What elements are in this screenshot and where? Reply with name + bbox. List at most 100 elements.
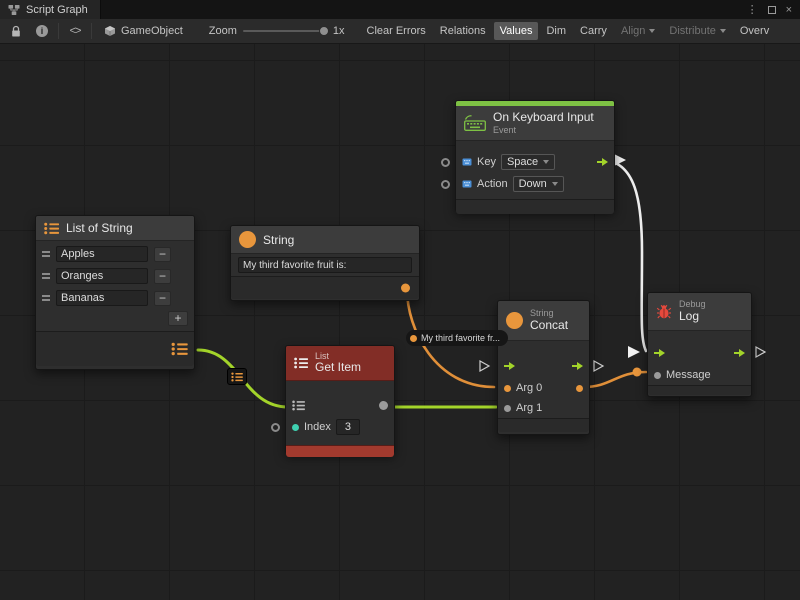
drag-handle-icon[interactable]	[42, 251, 50, 257]
list-item-row: Apples −	[36, 243, 194, 265]
window-controls: ⋮ ×	[747, 0, 800, 19]
wire-arrow-icon	[628, 346, 640, 358]
flow-out-port[interactable]	[734, 349, 745, 357]
arg1-input-port[interactable]	[504, 405, 511, 412]
close-icon[interactable]: ×	[786, 4, 792, 16]
node-body: Index 3	[286, 381, 394, 438]
node-footer	[498, 418, 589, 432]
flow-hint-icon	[480, 361, 489, 371]
window-menu-icon[interactable]: ⋮	[747, 3, 758, 16]
node-header: String Concat	[498, 301, 589, 341]
distribute-button[interactable]: Distribute	[663, 22, 731, 40]
flow-in-port[interactable]	[654, 349, 665, 357]
index-input-port[interactable]	[271, 423, 280, 432]
list-item-input[interactable]: Oranges	[56, 268, 148, 284]
node-debug-log[interactable]: Debug Log Message	[647, 292, 752, 397]
align-button[interactable]: Align	[615, 22, 661, 40]
remove-item-button[interactable]: −	[154, 291, 171, 306]
node-title: String	[263, 233, 294, 247]
key-dropdown-value: Space	[507, 156, 538, 168]
list-input-port[interactable]	[292, 400, 305, 411]
flow-hint-icon	[756, 347, 765, 357]
node-footer	[286, 445, 394, 457]
clear-errors-button[interactable]: Clear Errors	[361, 22, 432, 40]
chevron-down-icon	[649, 29, 655, 33]
result-output-port[interactable]	[576, 385, 583, 392]
overview-button[interactable]: Overv	[734, 22, 775, 40]
arg1-label: Arg 1	[516, 402, 542, 414]
string-type-icon	[506, 312, 523, 329]
tab-title: Script Graph	[26, 4, 88, 16]
list-item-input[interactable]: Bananas	[56, 290, 148, 306]
action-input-port[interactable]	[441, 180, 450, 189]
chevron-down-icon	[543, 160, 549, 164]
action-type-icon	[462, 179, 472, 189]
add-item-button[interactable]: +	[168, 311, 188, 326]
message-label: Message	[666, 369, 711, 381]
node-footer	[648, 385, 751, 395]
string-output-port[interactable]	[401, 284, 410, 293]
node-body: Key Space Action Down	[456, 141, 614, 195]
node-get-item[interactable]: List Get Item Index 3	[285, 345, 395, 454]
key-type-icon	[462, 157, 472, 167]
info-badge: i	[36, 25, 48, 37]
flow-row	[648, 341, 751, 365]
action-dropdown-value: Down	[519, 178, 547, 190]
code-view-icon[interactable]: <>	[65, 22, 85, 41]
node-body: Arg 0 Arg 1	[498, 341, 589, 418]
node-title: On Keyboard Input	[493, 111, 594, 125]
graph-canvas[interactable]: My third favorite fr... On Keyboard Inpu…	[0, 44, 800, 600]
values-button[interactable]: Values	[494, 22, 539, 40]
flow-out-port[interactable]	[597, 158, 608, 166]
node-subtitle: Event	[493, 125, 594, 135]
message-input-port[interactable]	[654, 372, 661, 379]
remove-item-button[interactable]: −	[154, 247, 171, 262]
key-row: Key Space	[456, 151, 614, 173]
script-graph-icon	[8, 4, 20, 16]
node-header: String	[231, 226, 419, 254]
carry-button[interactable]: Carry	[574, 22, 613, 40]
list-item-input[interactable]: Apples	[56, 246, 148, 262]
distribute-label: Distribute	[669, 25, 715, 37]
graph-toolbar: i <> GameObject Zoom 1x Clear Errors Rel…	[0, 19, 800, 44]
flow-in-port[interactable]	[504, 362, 515, 370]
flow-hint-icon	[594, 361, 603, 371]
message-row: Message	[648, 365, 751, 385]
chevron-down-icon	[720, 29, 726, 33]
action-row: Action Down	[456, 173, 614, 195]
index-value-input[interactable]: 3	[336, 419, 360, 435]
dim-button[interactable]: Dim	[540, 22, 572, 40]
index-row: Index 3	[286, 416, 394, 438]
list-item-row: Bananas −	[36, 287, 194, 309]
remove-item-button[interactable]: −	[154, 269, 171, 284]
zoom-value: 1x	[333, 25, 345, 37]
key-input-port[interactable]	[441, 158, 450, 167]
gameobject-cube-icon	[104, 25, 116, 37]
list-icon	[294, 357, 308, 369]
zoom-slider[interactable]	[243, 30, 327, 32]
node-concat[interactable]: String Concat Arg 0 Arg 1	[497, 300, 590, 435]
tab-script-graph[interactable]: Script Graph	[0, 0, 101, 19]
list-output-port[interactable]	[171, 342, 188, 356]
item-output-port[interactable]	[379, 401, 388, 410]
node-footer	[36, 331, 194, 366]
drag-handle-icon[interactable]	[42, 295, 50, 301]
lock-icon[interactable]	[6, 22, 26, 41]
flow-out-port[interactable]	[572, 362, 583, 370]
gameobject-selector[interactable]: GameObject	[98, 25, 189, 37]
node-header: List Get Item	[286, 346, 394, 381]
zoom-control: Zoom 1x	[209, 25, 345, 37]
node-list-of-string[interactable]: List of String Apples − Oranges − Banana…	[35, 215, 195, 370]
key-dropdown[interactable]: Space	[501, 154, 555, 170]
zoom-slider-handle[interactable]	[319, 26, 329, 36]
action-dropdown[interactable]: Down	[513, 176, 564, 192]
arg0-input-port[interactable]	[504, 385, 511, 392]
maximize-icon[interactable]	[768, 6, 776, 14]
relations-button[interactable]: Relations	[434, 22, 492, 40]
drag-handle-icon[interactable]	[42, 273, 50, 279]
node-string-literal[interactable]: String My third favorite fruit is:	[230, 225, 420, 301]
string-value-input[interactable]: My third favorite fruit is:	[238, 257, 412, 273]
info-icon[interactable]: i	[32, 22, 52, 41]
titlebar: Script Graph ⋮ ×	[0, 0, 800, 19]
node-on-keyboard-input[interactable]: On Keyboard Input Event Key Space	[455, 100, 615, 212]
